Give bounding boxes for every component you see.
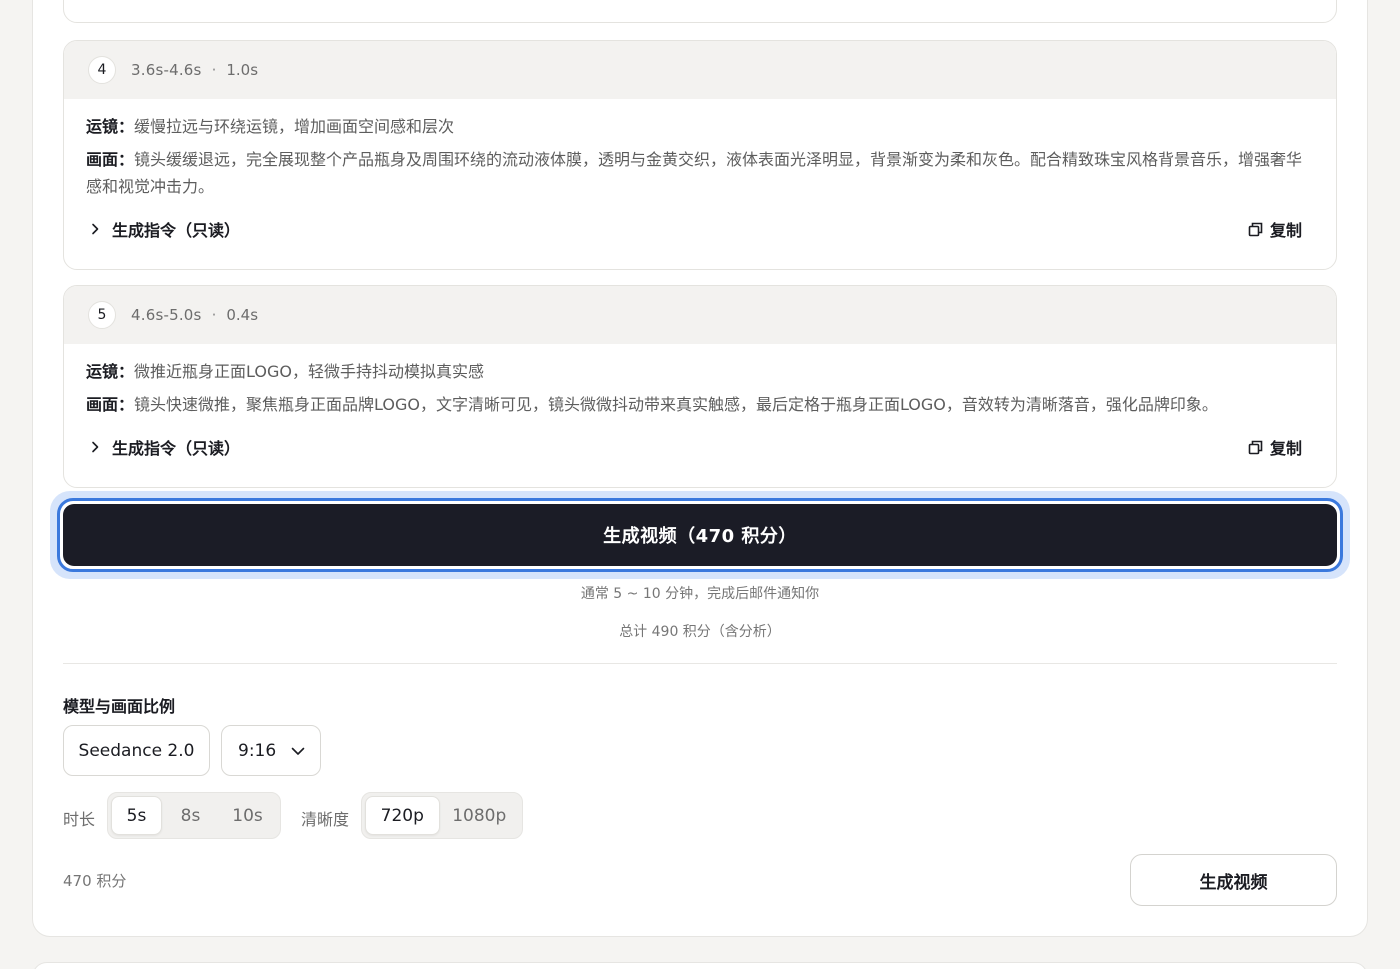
camera-key: 运镜：: [86, 117, 135, 136]
segment-body: 运镜：缓慢拉远与环绕运镜，增加画面空间感和层次 画面：镜头缓缓退远，完全展现整个…: [64, 99, 1336, 200]
segment-time-range: 4.6s-5.0s: [131, 306, 202, 324]
copy-button[interactable]: 复制: [1248, 435, 1302, 459]
chevron-right-icon: [92, 441, 99, 453]
segment-number-badge: 5: [88, 301, 116, 329]
command-toggle[interactable]: 生成指令（只读）: [88, 435, 240, 459]
generate-total-credits: 总计 490 积分（含分析）: [619, 624, 781, 640]
camera-text: 缓慢拉远与环绕运镜，增加画面空间感和层次: [134, 117, 455, 136]
resolution-option-720p[interactable]: 720p: [365, 796, 440, 835]
copy-icon: [1248, 440, 1263, 454]
segment-footer: 生成指令（只读） 复制: [64, 206, 1336, 252]
segment-header: 4 3.6s-4.6s · 1.0s: [64, 41, 1336, 99]
previous-segment-card: [63, 0, 1337, 23]
ratio-value: 9:16: [238, 740, 277, 761]
generate-video-label: 生成视频（470 积分）: [63, 504, 1337, 566]
command-toggle-label: 生成指令（只读）: [112, 439, 241, 458]
resolution-option-1080p[interactable]: 1080p: [440, 796, 519, 835]
generate-video-button[interactable]: 生成视频（470 积分）: [57, 498, 1343, 572]
command-toggle-label: 生成指令（只读）: [112, 221, 241, 240]
command-toggle[interactable]: 生成指令（只读）: [88, 217, 240, 241]
segment-duration: 1.0s: [226, 61, 259, 79]
segment-card-5: 5 4.6s-5.0s · 0.4s 运镜：微推近瓶身正面LOGO，轻微手持抖动…: [63, 285, 1337, 488]
segment-number-badge: 4: [88, 56, 116, 84]
segment-body: 运镜：微推近瓶身正面LOGO，轻微手持抖动模拟真实感 画面：镜头快速微推，聚焦瓶…: [64, 344, 1336, 418]
duration-option-10s[interactable]: 10s: [219, 796, 276, 835]
copy-icon: [1248, 222, 1263, 236]
segment-header: 5 4.6s-5.0s · 0.4s: [64, 286, 1336, 344]
copy-label: 复制: [1269, 221, 1302, 240]
separator-dot: ·: [211, 61, 217, 79]
resolution-toggle-group: 720p 1080p: [361, 792, 523, 839]
duration-label: 时长: [63, 810, 96, 829]
camera-key: 运镜：: [86, 362, 135, 381]
segment-time-range: 3.6s-4.6s: [131, 61, 202, 79]
camera-text: 微推近瓶身正面LOGO，轻微手持抖动模拟真实感: [134, 362, 484, 381]
segment-footer: 生成指令（只读） 复制: [64, 424, 1336, 470]
divider: [63, 663, 1337, 664]
camera-line: 运镜：缓慢拉远与环绕运镜，增加画面空间感和层次: [86, 113, 1314, 140]
generate-video-secondary-button[interactable]: 生成视频: [1130, 854, 1337, 906]
generate-time-note: 通常 5 ~ 10 分钟，完成后邮件通知你: [580, 586, 820, 602]
chevron-down-icon: [291, 747, 305, 755]
ratio-select[interactable]: 9:16: [221, 725, 321, 776]
duration-option-8s[interactable]: 8s: [162, 796, 219, 835]
scene-key: 画面：: [86, 150, 135, 169]
scene-line: 画面：镜头快速微推，聚焦瓶身正面品牌LOGO，文字清晰可见，镜头微微抖动带来真实…: [86, 391, 1314, 418]
duration-option-5s[interactable]: 5s: [111, 796, 162, 835]
resolution-label: 清晰度: [301, 810, 350, 829]
copy-label: 复制: [1269, 439, 1302, 458]
segment-duration: 0.4s: [226, 306, 259, 324]
separator-dot: ·: [211, 306, 217, 324]
chevron-right-icon: [92, 223, 99, 235]
segment-card-4: 4 3.6s-4.6s · 1.0s 运镜：缓慢拉远与环绕运镜，增加画面空间感和…: [63, 40, 1337, 270]
scene-line: 画面：镜头缓缓退远，完全展现整个产品瓶身及周围环绕的流动液体膜，透明与金黄交织，…: [86, 146, 1314, 200]
scene-key: 画面：: [86, 395, 135, 414]
credits-cost: 470 积分: [63, 872, 127, 890]
model-ratio-title: 模型与画面比例: [63, 697, 176, 716]
duration-toggle-group: 5s 8s 10s: [107, 792, 281, 839]
scene-text: 镜头快速微推，聚焦瓶身正面品牌LOGO，文字清晰可见，镜头微微抖动带来真实触感，…: [134, 395, 1218, 414]
scene-text: 镜头缓缓退远，完全展现整个产品瓶身及周围环绕的流动液体膜，透明与金黄交织，液体表…: [86, 150, 1303, 196]
camera-line: 运镜：微推近瓶身正面LOGO，轻微手持抖动模拟真实感: [86, 358, 1314, 385]
model-select[interactable]: Seedance 2.0: [63, 725, 210, 776]
copy-button[interactable]: 复制: [1248, 217, 1302, 241]
next-panel: [32, 962, 1368, 969]
